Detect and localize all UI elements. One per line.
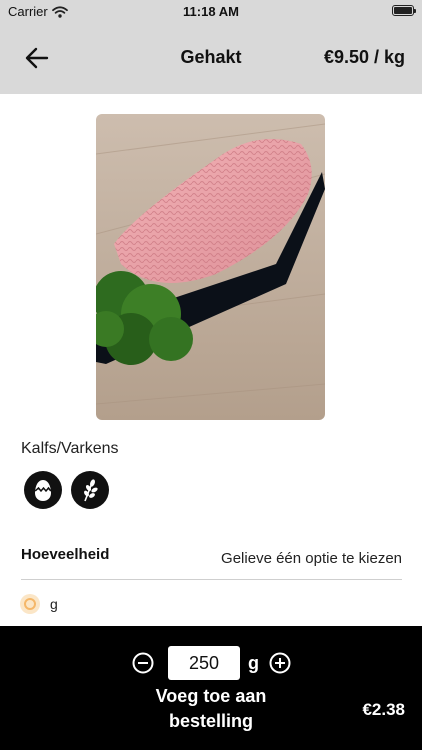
allergen-list <box>24 471 109 509</box>
quantity-unit: g <box>248 652 259 673</box>
add-to-order-label-line2: bestelling <box>168 711 253 731</box>
nav-bar: Gehakt €9.50 / kg <box>0 22 422 94</box>
product-photo <box>96 114 325 420</box>
quantity-hint: Gelieve één optie te kiezen <box>221 550 402 567</box>
quantity-label: Hoeveelheid <box>21 546 110 563</box>
unit-radio[interactable] <box>20 594 40 614</box>
status-bar: Carrier 11:18 AM <box>0 0 422 22</box>
quantity-input[interactable] <box>168 646 240 680</box>
minus-icon[interactable] <box>132 652 154 674</box>
battery-icon <box>392 5 416 16</box>
egg-icon <box>24 471 62 509</box>
add-to-order-label-line1: Voeg toe aan <box>155 686 267 706</box>
product-description: Kalfs/Varkens <box>21 440 119 457</box>
header: Carrier 11:18 AM Gehakt €9.50 / kg <box>0 0 422 94</box>
grain-icon <box>71 471 109 509</box>
add-to-order-button[interactable]: Voeg toe aan bestelling <box>136 684 286 734</box>
order-bar: g Voeg toe aan bestelling €2.38 <box>0 626 422 750</box>
price-per-unit: €9.50 / kg <box>323 47 405 67</box>
status-time: 11:18 AM <box>183 4 239 19</box>
unit-option-grams[interactable]: g <box>20 594 58 614</box>
plus-icon[interactable] <box>269 652 291 674</box>
unit-option-label: g <box>50 596 58 612</box>
quantity-stepper: g <box>132 646 291 680</box>
order-total: €2.38 <box>362 700 405 719</box>
quantity-section: Hoeveelheid Gelieve één optie te kiezen <box>21 546 402 580</box>
